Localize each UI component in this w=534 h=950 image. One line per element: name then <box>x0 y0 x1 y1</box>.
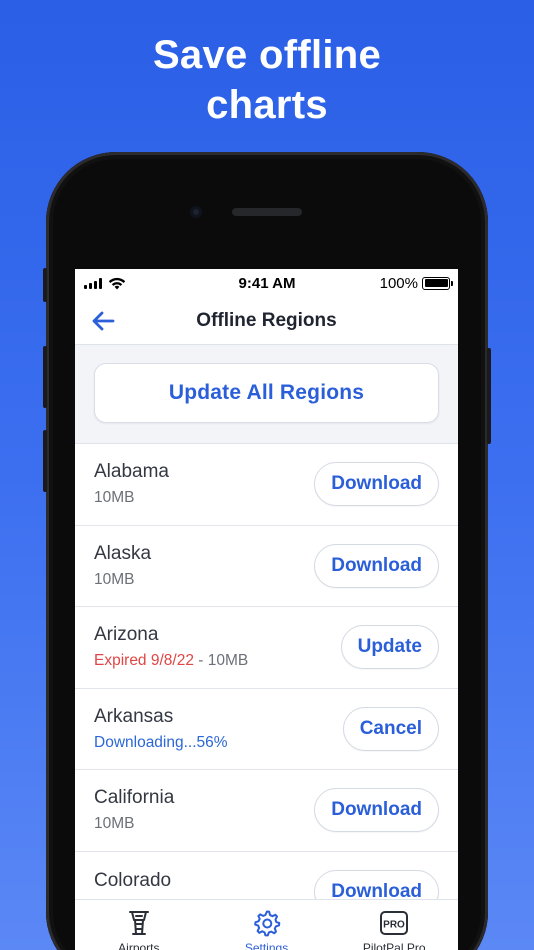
region-size: 10MB <box>94 570 135 588</box>
arrow-left-icon[interactable] <box>89 309 117 333</box>
region-row-california: California 10MB Download <box>75 770 458 852</box>
separator: - <box>193 652 208 670</box>
battery-percent: 100% <box>379 274 418 292</box>
signal-icon <box>84 277 102 289</box>
phone-frame: 9:41 AM 100% Offline Regions Update All … <box>43 152 491 950</box>
region-info: California 10MB <box>94 787 174 833</box>
region-info: Alaska 10MB <box>94 543 151 589</box>
pro-badge-text: PRO <box>383 920 405 931</box>
pro-badge-icon: PRO <box>380 911 409 935</box>
app-screen: 9:41 AM 100% Offline Regions Update All … <box>75 269 458 950</box>
airport-tower-icon <box>128 911 149 935</box>
power-button <box>487 348 491 444</box>
region-name: Colorado <box>94 869 172 891</box>
tab-label: Airports <box>118 941 160 950</box>
tab-label: Settings <box>244 941 289 950</box>
region-info: Arkansas Downloading...56% <box>94 706 228 752</box>
tab-bar: Airports Settings PRO PilotPal Pro <box>75 899 458 950</box>
regions-list: Alabama 10MB Download Alaska 10MB Downlo… <box>75 444 458 933</box>
headline-line-2: charts <box>206 83 328 127</box>
download-button[interactable]: Download <box>314 788 439 833</box>
region-status: Expired 9/8/22 - 10MB <box>94 652 248 670</box>
cancel-button[interactable]: Cancel <box>342 706 439 751</box>
tab-pilotpal-pro[interactable]: PRO PilotPal Pro <box>330 900 458 950</box>
tab-settings[interactable]: Settings <box>203 900 331 950</box>
download-button[interactable]: Download <box>314 543 439 588</box>
navigation-bar: Offline Regions <box>75 297 458 345</box>
status-bar: 9:41 AM 100% <box>75 269 458 297</box>
front-camera <box>190 206 202 218</box>
region-size: 10MB <box>94 489 135 507</box>
region-row-alabama: Alabama 10MB Download <box>75 444 458 526</box>
region-size: 10MB <box>94 815 135 833</box>
region-name: California <box>94 787 175 809</box>
tab-label: PilotPal Pro <box>362 941 426 950</box>
expired-label: Expired 9/8/22 <box>94 652 194 670</box>
region-info: Arizona Expired 9/8/22 - 10MB <box>94 624 248 670</box>
region-info: Colorado <box>94 870 171 898</box>
gear-icon <box>253 910 280 937</box>
headline: Save offline charts <box>0 30 534 130</box>
region-info: Alabama 10MB <box>94 461 169 507</box>
volume-down-button <box>43 430 47 492</box>
region-row-arkansas: Arkansas Downloading...56% Cancel <box>75 689 458 770</box>
regions-content: Update All Regions Alabama 10MB Download… <box>75 345 458 950</box>
region-name: Arizona <box>94 624 159 646</box>
download-button[interactable]: Download <box>314 462 439 507</box>
headline-line-1: Save offline <box>152 33 382 77</box>
page-title: Offline Regions <box>196 309 337 331</box>
status-left <box>84 277 174 290</box>
earpiece-speaker <box>232 208 302 216</box>
volume-up-button <box>43 346 47 408</box>
region-name: Arkansas <box>94 705 174 727</box>
battery-icon <box>422 276 453 290</box>
region-name: Alaska <box>94 542 152 564</box>
region-row-alaska: Alaska 10MB Download <box>75 526 458 607</box>
download-progress: Downloading...56% <box>94 733 228 751</box>
mute-switch <box>43 268 47 302</box>
tab-airports[interactable]: Airports <box>75 900 203 950</box>
region-size: 10MB <box>207 652 249 670</box>
status-right: 100% <box>360 274 453 292</box>
update-all-section: Update All Regions <box>75 345 458 444</box>
wifi-icon <box>108 277 126 289</box>
region-name: Alabama <box>94 461 169 483</box>
status-time: 9:41 AM <box>238 274 296 292</box>
region-row-arizona: Arizona Expired 9/8/22 - 10MB Update <box>75 607 458 689</box>
update-all-button[interactable]: Update All Regions <box>94 363 439 423</box>
update-button[interactable]: Update <box>340 625 439 670</box>
